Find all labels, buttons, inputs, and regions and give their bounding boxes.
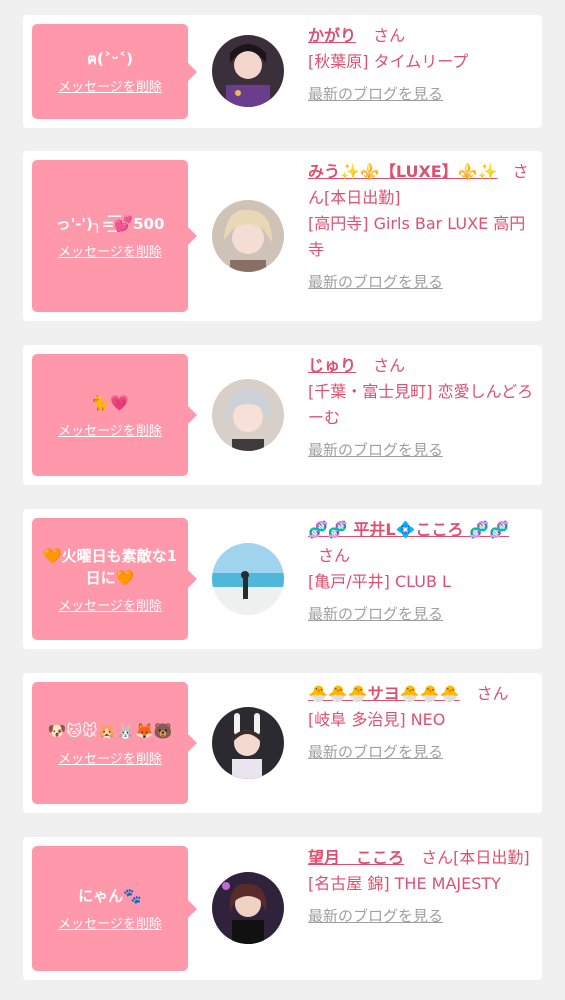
latest-blog-link[interactable]: 最新のブログを見る	[308, 903, 443, 929]
delete-message-link[interactable]: メッセージを削除	[58, 420, 162, 439]
message-card: ฅ(˃ᵕ˂) メッセージを削除 かがり さん [秋葉原] タイムリープ 最新のブ…	[23, 15, 542, 128]
shop-name: [岐阜 多治見] NEO	[308, 710, 446, 729]
latest-blog-link[interactable]: 最新のブログを見る	[308, 601, 443, 627]
message-text: っ'-')╮=͟͟͞͞💕500	[55, 214, 165, 233]
avatar[interactable]	[212, 35, 284, 107]
message-text: 🧡火曜日も素敵な1日に🧡	[42, 546, 178, 587]
cast-name-link[interactable]: 🧬🧬 平井L💠こころ 🧬🧬	[308, 520, 509, 539]
message-text: ฅ(˃ᵕ˂)	[86, 50, 134, 68]
honorific: さん	[476, 684, 509, 703]
message-card: にゃん🐾 メッセージを削除 望月 こころ さん[本日出勤] [名古屋 錦] TH…	[23, 837, 542, 980]
cast-info: 🐣🐣🐣サヨ🐣🐣🐣 さん [岐阜 多治見] NEO 最新のブログを見る	[308, 681, 534, 765]
cast-info: 🧬🧬 平井L💠こころ 🧬🧬 さん [亀戸/平井] CLUB L 最新のブログを見…	[308, 517, 534, 627]
message-text: 🐶🐱🐭🐹🐰🦊🐻	[47, 721, 173, 740]
message-bubble: にゃん🐾 メッセージを削除	[32, 846, 197, 971]
cast-info: かがり さん [秋葉原] タイムリープ 最新のブログを見る	[308, 23, 534, 107]
cast-name-link[interactable]: 🐣🐣🐣サヨ🐣🐣🐣	[308, 684, 460, 703]
cast-name-link[interactable]: 望月 こころ	[308, 848, 404, 867]
avatar[interactable]	[212, 543, 284, 615]
message-text: 🐈💗	[91, 393, 129, 412]
avatar[interactable]	[212, 379, 284, 451]
work-status: [本日出勤]	[324, 188, 401, 207]
cast-info: みう✨⚜️【LUXE】⚜️✨ さん[本日出勤] [高円寺] Girls Bar …	[308, 159, 534, 295]
honorific: さん	[373, 356, 406, 375]
work-status: [本日出勤]	[453, 848, 530, 867]
delete-message-link[interactable]: メッセージを削除	[58, 595, 162, 614]
message-card: 🧡火曜日も素敵な1日に🧡 メッセージを削除 🧬🧬 平井L💠こころ 🧬🧬 さん […	[23, 509, 542, 649]
delete-message-link[interactable]: メッセージを削除	[58, 241, 162, 260]
message-bubble: 🐈💗 メッセージを削除	[32, 354, 197, 476]
honorific: さん	[318, 546, 351, 565]
message-bubble: ฅ(˃ᵕ˂) メッセージを削除	[32, 24, 197, 119]
message-card: 🐈💗 メッセージを削除 じゅり さん [千葉・富士見町] 恋愛しんどろーむ 最新…	[23, 345, 542, 485]
message-bubble: 🧡火曜日も素敵な1日に🧡 メッセージを削除	[32, 518, 197, 640]
latest-blog-link[interactable]: 最新のブログを見る	[308, 81, 443, 107]
shop-name: [名古屋 錦] THE MAJESTY	[308, 874, 501, 893]
cast-name-link[interactable]: みう✨⚜️【LUXE】⚜️✨	[308, 162, 498, 181]
message-text: にゃん🐾	[78, 887, 142, 905]
message-card: っ'-')╮=͟͟͞͞💕500 メッセージを削除 みう✨⚜️【LUXE】⚜️✨ …	[23, 151, 542, 321]
shop-name: [高円寺] Girls Bar LUXE 高円寺	[308, 214, 526, 259]
honorific: さん	[373, 26, 406, 45]
cast-info: 望月 こころ さん[本日出勤] [名古屋 錦] THE MAJESTY 最新のブ…	[308, 845, 534, 929]
message-card: 🐶🐱🐭🐹🐰🦊🐻 メッセージを削除 🐣🐣🐣サヨ🐣🐣🐣 さん [岐阜 多治見] NE…	[23, 673, 542, 813]
cast-info: じゅり さん [千葉・富士見町] 恋愛しんどろーむ 最新のブログを見る	[308, 353, 534, 463]
shop-name: [亀戸/平井] CLUB L	[308, 572, 451, 591]
shop-name: [千葉・富士見町] 恋愛しんどろーむ	[308, 382, 534, 427]
avatar[interactable]	[212, 707, 284, 779]
avatar[interactable]	[212, 200, 284, 272]
cast-name-link[interactable]: かがり	[308, 26, 356, 45]
latest-blog-link[interactable]: 最新のブログを見る	[308, 437, 443, 463]
message-bubble: っ'-')╮=͟͟͞͞💕500 メッセージを削除	[32, 160, 197, 312]
delete-message-link[interactable]: メッセージを削除	[58, 748, 162, 767]
delete-message-link[interactable]: メッセージを削除	[58, 76, 162, 95]
cast-name-link[interactable]: じゅり	[308, 356, 356, 375]
latest-blog-link[interactable]: 最新のブログを見る	[308, 269, 443, 295]
honorific: さん	[421, 848, 454, 867]
latest-blog-link[interactable]: 最新のブログを見る	[308, 739, 443, 765]
shop-name: [秋葉原] タイムリープ	[308, 52, 469, 71]
avatar[interactable]	[212, 872, 284, 944]
message-bubble: 🐶🐱🐭🐹🐰🦊🐻 メッセージを削除	[32, 682, 197, 804]
delete-message-link[interactable]: メッセージを削除	[58, 913, 162, 932]
